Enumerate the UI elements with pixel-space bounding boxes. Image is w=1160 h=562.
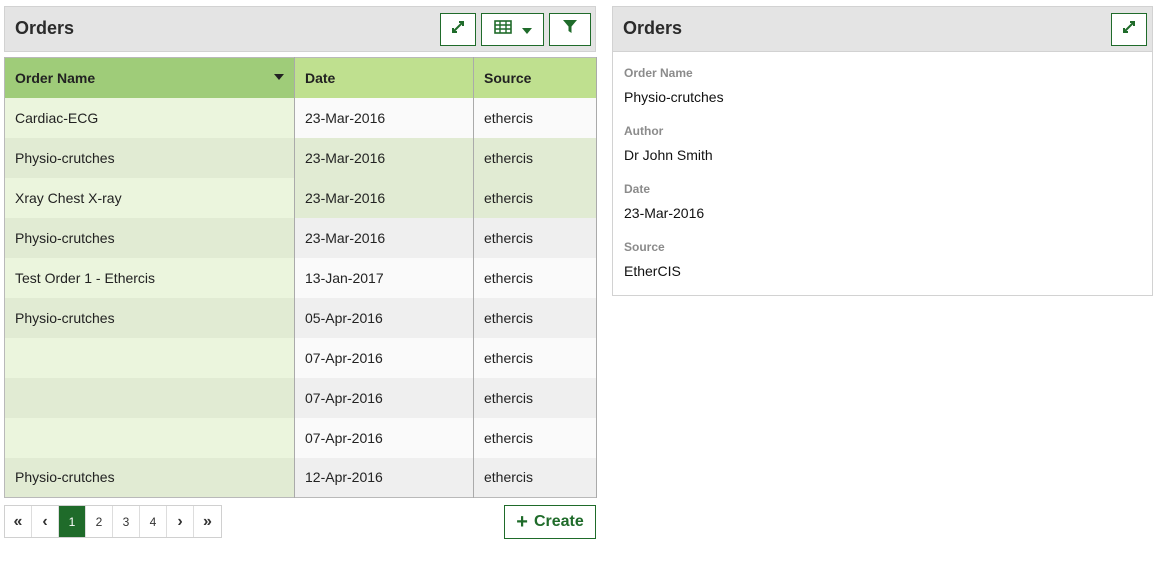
table-header-row: Order Name Date Source — [4, 57, 597, 98]
table-row[interactable]: Test Order 1 - Ethercis 13-Jan-2017 etherc… — [4, 257, 597, 298]
cell-date: 12-Apr-2016 — [294, 457, 474, 498]
field-value-source: EtherCIS — [624, 263, 681, 279]
table-icon — [493, 20, 512, 39]
order-detail-panel: Order Name Physio-crutches Author Dr Joh… — [612, 51, 1153, 296]
cell-order-name: Physio-crutches — [4, 137, 295, 178]
next-page-button[interactable]: › — [167, 506, 194, 537]
cell-source: ethercis — [473, 97, 597, 138]
cell-source: ethercis — [473, 417, 597, 458]
field-label-order-name: Order Name — [624, 66, 693, 80]
column-header-date[interactable]: Date — [294, 57, 474, 98]
cell-order-name — [4, 417, 295, 458]
field-label-source: Source — [624, 240, 665, 254]
cell-source: ethercis — [473, 297, 597, 338]
table-row[interactable]: Cardiac-ECG 23-Mar-2016 ethercis — [4, 97, 597, 138]
last-page-button[interactable]: » — [194, 506, 221, 537]
column-header-source[interactable]: Source — [473, 57, 597, 98]
table-row[interactable]: Physio-crutches 05-Apr-2016 ethercis — [4, 297, 597, 338]
expand-icon — [1122, 20, 1136, 39]
cell-order-name: Physio-crutches — [4, 297, 295, 338]
field-value-author: Dr John Smith — [624, 147, 713, 163]
filter-icon — [563, 20, 577, 39]
cell-order-name: Test Order 1 - Ethercis — [4, 257, 295, 298]
field-value-order-name: Physio-crutches — [624, 89, 724, 105]
cell-order-name — [4, 337, 295, 378]
column-header-order-name[interactable]: Order Name — [4, 57, 295, 98]
order-detail-title: Orders — [623, 18, 683, 38]
cell-date: 23-Mar-2016 — [294, 97, 474, 138]
cell-source: ethercis — [473, 377, 597, 418]
orders-panel-header: Orders — [4, 6, 596, 52]
cell-order-name: Physio-crutches — [4, 217, 295, 258]
table-row[interactable]: Physio-crutches 23-Mar-2016 ethercis — [4, 137, 597, 178]
cell-date: 13-Jan-2017 — [294, 257, 474, 298]
cell-date: 07-Apr-2016 — [294, 417, 474, 458]
field-label-author: Author — [624, 124, 664, 138]
table-row[interactable]: Physio-crutches 23-Mar-2016 ethercis — [4, 217, 597, 258]
filter-button[interactable] — [549, 13, 591, 46]
plus-icon: + — [516, 510, 528, 533]
page-button-4[interactable]: 4 — [140, 506, 167, 537]
cell-date: 07-Apr-2016 — [294, 337, 474, 378]
expand-button[interactable] — [440, 13, 476, 46]
page-button-1[interactable]: 1 — [59, 506, 86, 537]
column-selector-button[interactable] — [481, 13, 544, 46]
cell-date: 23-Mar-2016 — [294, 137, 474, 178]
cell-order-name: Xray Chest X-ray — [4, 177, 295, 218]
page-button-3[interactable]: 3 — [113, 506, 140, 537]
table-row[interactable]: 07-Apr-2016 ethercis — [4, 417, 597, 458]
cell-source: ethercis — [473, 177, 597, 218]
field-label-date: Date — [624, 182, 651, 196]
page-button-2[interactable]: 2 — [86, 506, 113, 537]
cell-date: 07-Apr-2016 — [294, 377, 474, 418]
cell-source: ethercis — [473, 137, 597, 178]
cell-date: 05-Apr-2016 — [294, 297, 474, 338]
table-row[interactable]: 07-Apr-2016 ethercis — [4, 337, 597, 378]
expand-button[interactable] — [1111, 13, 1147, 46]
cell-source: ethercis — [473, 457, 597, 498]
orders-panel-title: Orders — [15, 18, 75, 38]
chevron-down-icon — [521, 21, 532, 39]
cell-date: 23-Mar-2016 — [294, 177, 474, 218]
orders-table: Order Name Date Source Cardiac-ECG 23-Mar… — [4, 57, 597, 498]
cell-source: ethercis — [473, 217, 597, 258]
create-button[interactable]: + Create — [504, 505, 596, 539]
table-row[interactable]: Xray Chest X-ray 23-Mar-2016 ethercis — [4, 177, 597, 218]
cell-date: 23-Mar-2016 — [294, 217, 474, 258]
create-button-label: Create — [533, 513, 584, 530]
sort-caret-icon — [274, 73, 284, 80]
expand-icon — [451, 20, 465, 39]
cell-source: ethercis — [473, 337, 597, 378]
prev-page-button[interactable]: ‹ — [32, 506, 59, 537]
order-detail-header: Orders — [612, 6, 1153, 52]
field-value-date: 23-Mar-2016 — [624, 205, 705, 221]
pagination: « ‹ 1 2 3 4 › » — [4, 505, 222, 538]
cell-order-name — [4, 377, 295, 418]
cell-source: ethercis — [473, 257, 597, 298]
cell-order-name: Physio-crutches — [4, 457, 295, 498]
cell-order-name: Cardiac-ECG — [4, 97, 295, 138]
first-page-button[interactable]: « — [5, 506, 32, 537]
table-row[interactable]: Physio-crutches 12-Apr-2016 ethercis — [4, 457, 597, 498]
table-row[interactable]: 07-Apr-2016 ethercis — [4, 377, 597, 418]
